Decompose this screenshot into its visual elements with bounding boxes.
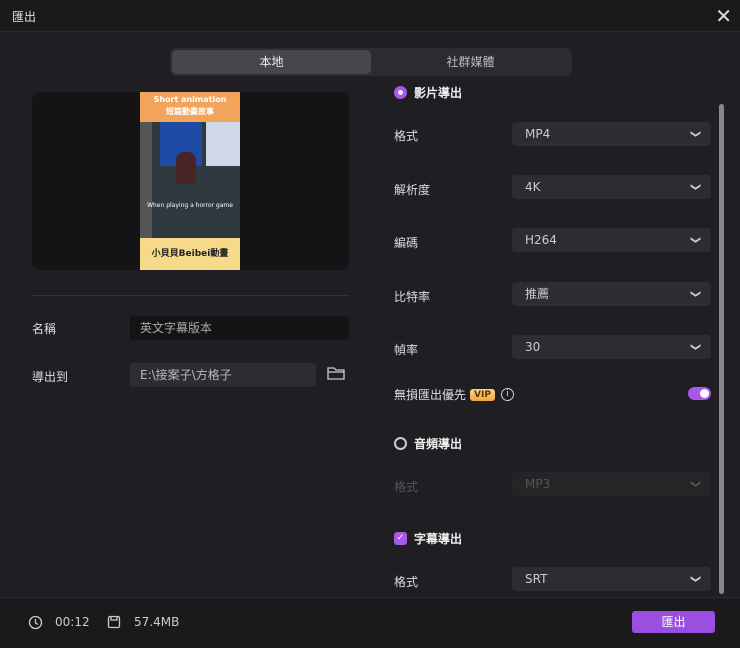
audio-export-label: 音頻導出	[414, 437, 463, 451]
video-format-label: 格式	[394, 129, 419, 143]
subtitle-export-checkbox[interactable]: ✓	[394, 532, 407, 545]
thumbnail-subtitle: When playing a horror game	[147, 202, 233, 209]
chevron-down-icon: ❯	[689, 479, 701, 489]
chevron-down-icon: ❯	[689, 289, 701, 299]
video-format-select[interactable]: MP4 ❯	[512, 122, 711, 146]
tab-social-media[interactable]: 社群媒體	[371, 50, 570, 74]
chevron-down-icon: ❯	[689, 182, 701, 192]
thumbnail-wall	[140, 122, 152, 242]
codec-select[interactable]: H264 ❯	[512, 228, 711, 252]
subtitle-export-label: 字幕導出	[414, 532, 463, 546]
name-label: 名稱	[32, 322, 57, 336]
resolution-label: 解析度	[394, 183, 431, 197]
audio-export-section[interactable]: 音頻導出	[394, 435, 462, 452]
thumbnail-title-zh: 短篇動畫故事	[166, 107, 214, 116]
thumbnail-character	[176, 152, 196, 184]
chevron-down-icon: ❯	[689, 129, 701, 139]
audio-format-select: MP3 ❯	[512, 472, 711, 496]
subtitle-format-label: 格式	[394, 575, 419, 589]
export-tabs: 本地 社群媒體	[170, 48, 572, 76]
resolution-select[interactable]: 4K ❯	[512, 175, 711, 199]
clock-icon	[28, 615, 43, 633]
lossless-label: 無損匯出優先	[394, 388, 467, 402]
title-bar: 匯出 ✕	[0, 0, 740, 32]
bitrate-value: 推薦	[525, 287, 550, 301]
lossless-row: 無損匯出優先 VIP i	[394, 386, 514, 403]
bitrate-label: 比特率	[394, 290, 431, 304]
subtitle-format-select[interactable]: SRT ❯	[512, 567, 711, 591]
scrollbar[interactable]	[719, 104, 724, 594]
bitrate-select[interactable]: 推薦 ❯	[512, 282, 711, 306]
thumbnail-title-en: Short animation	[153, 95, 227, 104]
audio-format-label: 格式	[394, 480, 419, 494]
resolution-value: 4K	[525, 180, 541, 194]
video-format-value: MP4	[525, 127, 551, 141]
vip-badge: VIP	[470, 388, 495, 401]
folder-icon[interactable]	[327, 365, 345, 384]
export-button[interactable]: 匯出	[632, 611, 715, 633]
settings-panel: 影片導出 格式 MP4 ❯ 解析度 4K ❯ 編碼 H264 ❯ 比特率 推薦 ❯ 幀率…	[380, 80, 725, 598]
footer: 00:12 57.4MB 匯出	[0, 597, 740, 648]
name-input[interactable]: 英文字幕版本	[130, 316, 349, 340]
file-size-icon	[107, 615, 121, 632]
video-preview: Short animation 短篇動畫故事 When playing a hor…	[32, 92, 349, 270]
divider	[32, 295, 349, 296]
video-export-section[interactable]: 影片導出	[394, 84, 462, 101]
fps-value: 30	[525, 340, 541, 354]
audio-export-radio[interactable]	[394, 437, 407, 450]
video-thumbnail: Short animation 短篇動畫故事 When playing a hor…	[140, 92, 240, 270]
fps-select[interactable]: 30 ❯	[512, 335, 711, 359]
video-export-label: 影片導出	[414, 86, 463, 100]
duration: 00:12	[55, 615, 90, 629]
chevron-down-icon: ❯	[689, 235, 701, 245]
codec-label: 編碼	[394, 236, 419, 250]
chevron-down-icon: ❯	[689, 574, 701, 584]
fps-label: 幀率	[394, 343, 419, 357]
thumbnail-channel: 小貝貝Beibei動畫	[140, 238, 240, 270]
codec-value: H264	[525, 233, 557, 247]
info-icon[interactable]: i	[500, 388, 514, 401]
file-size: 57.4MB	[134, 615, 180, 629]
subtitle-format-value: SRT	[525, 572, 548, 586]
video-export-radio[interactable]	[394, 86, 407, 99]
thumbnail-fridge	[206, 122, 240, 166]
close-icon[interactable]: ✕	[715, 4, 732, 28]
tab-local[interactable]: 本地	[172, 50, 371, 74]
chevron-down-icon: ❯	[689, 342, 701, 352]
thumbnail-banner: Short animation 短篇動畫故事	[140, 92, 240, 122]
subtitle-export-section[interactable]: ✓ 字幕導出	[394, 530, 462, 547]
export-path-input[interactable]: E:\接案子\方格子	[130, 363, 316, 387]
window-title: 匯出	[12, 10, 37, 24]
lossless-toggle[interactable]	[688, 387, 711, 400]
export-to-label: 導出到	[32, 370, 69, 384]
audio-format-value: MP3	[525, 477, 551, 491]
